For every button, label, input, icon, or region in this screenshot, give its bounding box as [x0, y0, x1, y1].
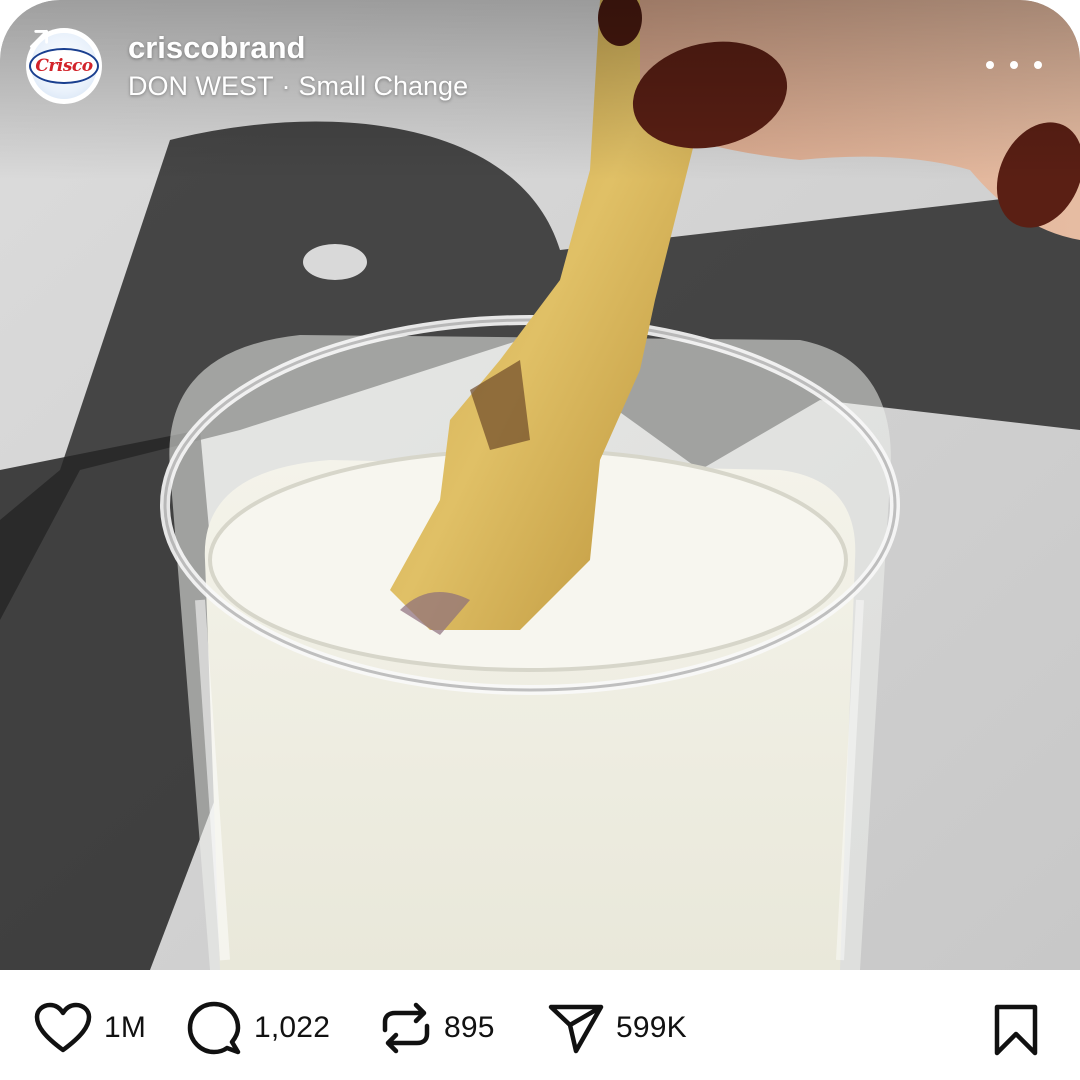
action-bar: 1M 1,022 895 599K — [0, 970, 1080, 1080]
comment-count: 1,022 — [254, 1011, 331, 1044]
like-button[interactable]: 1M — [34, 1000, 146, 1056]
more-options-button[interactable] — [986, 48, 1042, 82]
comment-button[interactable]: 1,022 — [186, 1000, 330, 1056]
post-media[interactable]: Crisco criscobrand DON WEST · Small Chan… — [0, 0, 1080, 970]
username[interactable]: criscobrand — [128, 30, 468, 66]
share-count: 599K — [616, 1011, 687, 1044]
repost-icon — [382, 1002, 430, 1054]
audio-separator: · — [281, 71, 291, 101]
audio-attribution[interactable]: DON WEST · Small Change — [30, 30, 469, 102]
audio-artist: DON WEST — [128, 71, 274, 101]
repost-button[interactable]: 895 — [380, 1000, 495, 1056]
save-button[interactable] — [992, 1002, 1040, 1058]
more-horizontal-icon — [986, 61, 994, 69]
media-illustration — [0, 0, 1080, 970]
audio-track: Small Change — [298, 71, 469, 101]
share-button[interactable]: 599K — [548, 1000, 687, 1056]
repost-count: 895 — [444, 1011, 495, 1044]
brand-logo-text: Crisco — [29, 48, 99, 84]
send-icon — [548, 1004, 604, 1054]
post-card: Crisco criscobrand DON WEST · Small Chan… — [0, 0, 1080, 1080]
arrow-up-right-icon — [30, 30, 48, 48]
heart-icon — [34, 1002, 92, 1053]
more-horizontal-icon-dot — [1034, 61, 1042, 69]
more-horizontal-icon-dot — [1010, 61, 1018, 69]
like-count: 1M — [104, 1011, 147, 1044]
post-header: Crisco criscobrand DON WEST · Small Chan… — [26, 26, 1050, 106]
account-info: criscobrand DON WEST · Small Change — [30, 30, 469, 102]
bookmark-icon — [994, 1004, 1038, 1056]
comment-icon — [187, 1001, 241, 1055]
